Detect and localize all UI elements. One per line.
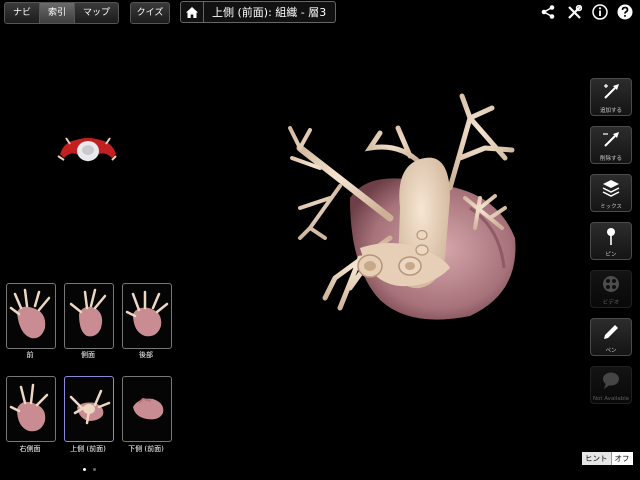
view-thumb-right-side[interactable]	[6, 376, 56, 442]
view-thumb-inferior-anterior[interactable]	[122, 376, 172, 442]
view-label-front: 前	[26, 351, 34, 359]
add-pin-label: 追加する	[599, 108, 622, 114]
view-label-right-side: 右側面	[19, 445, 41, 453]
hint-label: ヒント	[582, 452, 611, 465]
quiz-button[interactable]: クイズ	[130, 2, 170, 24]
view-thumb-side[interactable]	[64, 283, 114, 349]
pen-icon	[604, 325, 618, 339]
nav-segmented-control: ナビ 索引 マップ	[4, 2, 120, 24]
home-icon	[186, 6, 198, 18]
heart-thumbnail-image	[133, 397, 164, 420]
orientation-model[interactable]	[56, 134, 120, 168]
home-button[interactable]	[181, 2, 204, 22]
pen-button[interactable]: ペン	[590, 318, 632, 356]
view-thumb-front[interactable]	[6, 283, 56, 349]
heart-thumbnail-image	[69, 288, 107, 337]
help-button[interactable]	[615, 2, 635, 22]
remove-pin-button[interactable]: 削除する	[590, 126, 632, 164]
pen-label: ペン	[605, 348, 617, 354]
view-label-inferior-anterior: 下側 (前面)	[128, 445, 164, 453]
page-dot[interactable]	[93, 468, 96, 471]
hint-state: オフ	[610, 452, 633, 465]
tab-navi[interactable]: ナビ	[5, 3, 41, 23]
page-title: 上側 (前面): 組織 - 層3	[212, 6, 327, 19]
view-label-superior-anterior: 上側 (前面)	[70, 445, 106, 453]
page-dot-active[interactable]	[83, 468, 86, 471]
speech-bubble-icon	[603, 372, 619, 389]
comment-button: Not Available	[590, 366, 632, 404]
tools-icon	[567, 4, 582, 19]
pin-icon	[607, 228, 615, 245]
view-thumb-back[interactable]	[122, 283, 172, 349]
heart-thumbnail-image	[69, 389, 111, 425]
video-label: ビデオ	[602, 300, 620, 306]
view-label-back: 後部	[139, 351, 153, 359]
info-icon	[592, 4, 608, 20]
tab-index[interactable]: 索引	[40, 3, 76, 23]
heart-thumbnail-image	[9, 288, 51, 339]
video-button[interactable]: ビデオ	[590, 270, 632, 308]
remove-pin-icon	[603, 132, 619, 147]
tools-button[interactable]	[564, 2, 584, 22]
heart-thumbnail-image	[9, 383, 49, 432]
info-button[interactable]	[590, 2, 610, 22]
view-label-side: 側面	[81, 351, 95, 359]
comment-label: Not Available	[592, 396, 630, 402]
add-pin-button[interactable]: 追加する	[590, 78, 632, 116]
mix-button[interactable]: ミックス	[590, 174, 632, 212]
share-icon	[541, 5, 555, 19]
heart-model[interactable]	[280, 88, 530, 328]
share-button[interactable]	[538, 2, 558, 22]
heart-thumbnail-image	[125, 290, 169, 337]
pin-label: ピン	[605, 252, 617, 258]
hint-toggle[interactable]: ヒント オフ	[582, 452, 633, 465]
add-pin-icon	[604, 84, 619, 99]
pin-button[interactable]: ピン	[590, 222, 632, 260]
help-icon	[617, 4, 633, 20]
video-icon	[603, 276, 619, 292]
view-thumb-superior-anterior[interactable]	[64, 376, 114, 442]
breadcrumb: 上側 (前面): 組織 - 層3	[180, 1, 336, 23]
layers-icon	[602, 180, 620, 197]
tab-map[interactable]: マップ	[75, 3, 118, 23]
remove-pin-label: 削除する	[599, 156, 622, 162]
mix-label: ミックス	[600, 204, 622, 210]
